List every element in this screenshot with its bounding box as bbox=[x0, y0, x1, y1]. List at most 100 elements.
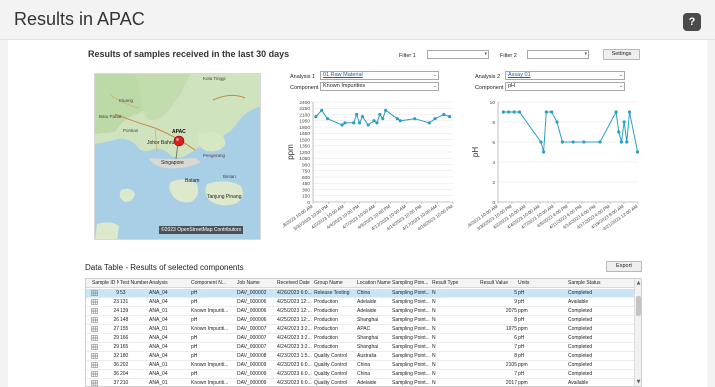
ph-chart[interactable]: 02468103/26/2023 10:00 AM3/30/2023 10:00… bbox=[468, 96, 643, 254]
table-cell: 9 bbox=[116, 290, 119, 296]
table-cell: 4/23/2023 6:0... bbox=[277, 362, 312, 368]
table-cell: Production bbox=[314, 299, 338, 305]
column-header[interactable]: Sample Status bbox=[568, 279, 628, 287]
table-cell: 7 bbox=[514, 371, 517, 377]
data-point bbox=[366, 123, 370, 127]
table-cell: Quality Control bbox=[314, 371, 348, 377]
export-button[interactable]: Export bbox=[606, 261, 642, 272]
location-map[interactable]: Kluang Batu Pahat Kota Tinggi APAC Ponti… bbox=[94, 73, 261, 240]
y-tick-label: 2 bbox=[492, 180, 495, 186]
table-cell: 36 bbox=[113, 371, 119, 377]
table-cell: Production bbox=[314, 344, 338, 350]
y-tick-label: 1350 bbox=[299, 144, 310, 150]
data-point bbox=[517, 110, 522, 114]
column-header[interactable]: Analysis bbox=[149, 279, 190, 287]
table-cell: ANA_04 bbox=[149, 317, 168, 323]
table-cell: China bbox=[357, 371, 371, 377]
y-axis-label: pH bbox=[471, 147, 480, 157]
y-tick-label: 1950 bbox=[299, 119, 310, 125]
data-point bbox=[413, 117, 417, 121]
table-cell: N bbox=[432, 326, 436, 332]
table-cell: Completed bbox=[568, 371, 593, 377]
chevron-down-icon: ⌄ bbox=[432, 83, 437, 89]
column-header[interactable]: Sampling Poin... bbox=[392, 279, 432, 287]
column-header[interactable]: Result Value bbox=[480, 279, 517, 287]
help-button[interactable]: ? bbox=[683, 13, 701, 31]
component1-select[interactable]: Known Impurities ⌄ bbox=[320, 82, 439, 91]
table-row[interactable]: 29 165 ANA_04 pH DAV_000007 4/24/2023 3:2... P… bbox=[86, 343, 634, 352]
table-cell: N bbox=[432, 308, 436, 314]
table-cell: Australia bbox=[357, 353, 377, 359]
impurities-chart[interactable]: 0150300450600750900105012001350150016501… bbox=[283, 96, 458, 254]
results-table: Sample ID Nu...Test NumberAnalysisCompon… bbox=[85, 278, 642, 387]
table-row[interactable]: 36 202 ANA_01 Known Impuriti... DAV_000009 4/… bbox=[86, 361, 634, 370]
data-point bbox=[555, 120, 559, 124]
table-row[interactable]: 29 166 ANA_04 pH DAV_000007 4/24/2023 3:2... P… bbox=[86, 334, 634, 343]
analysis2-label: Analysis 2 bbox=[475, 74, 501, 80]
filter2-select[interactable]: ▾ bbox=[527, 50, 589, 59]
table-row[interactable]: 27 155 ANA_01 Known Impuriti... DAV_000007 4/… bbox=[86, 325, 634, 334]
table-cell: 24 bbox=[113, 308, 119, 314]
y-tick-label: 2400 bbox=[299, 100, 310, 106]
table-row[interactable]: 24 139 ANA_01 Known Impuriti... DAV_000006 4/… bbox=[86, 307, 634, 316]
data-point bbox=[375, 121, 379, 125]
data-point bbox=[614, 110, 618, 114]
table-cell: 4/25/2023 12:... bbox=[277, 317, 312, 323]
filter1-select[interactable]: ▾ bbox=[427, 50, 489, 59]
data-point bbox=[354, 112, 359, 117]
data-point bbox=[627, 110, 632, 114]
table-row[interactable]: 26 148 ANA_04 pH DAV_000006 4/25/2023 12:... P… bbox=[86, 316, 634, 325]
map-label-bintan: Bintan bbox=[223, 174, 236, 179]
y-tick-label: 2100 bbox=[299, 112, 310, 118]
table-cell: pH bbox=[191, 353, 198, 359]
column-header[interactable]: Received Date bbox=[277, 279, 314, 287]
scroll-down-icon[interactable]: ▼ bbox=[635, 378, 641, 386]
table-cell: N bbox=[432, 335, 436, 341]
table-cell: 29 bbox=[113, 344, 119, 350]
table-cell: N bbox=[432, 290, 436, 296]
y-tick-label: 4 bbox=[492, 160, 495, 166]
column-header[interactable]: Job Name bbox=[237, 279, 277, 287]
table-row[interactable]: 23 131 ANA_04 pH DAV_000006 4/25/2023 12:... P… bbox=[86, 298, 634, 307]
data-point bbox=[501, 110, 505, 114]
table-scrollbar[interactable]: ▲ ▼ bbox=[634, 279, 641, 386]
data-point bbox=[320, 108, 324, 112]
settings-button[interactable]: Settings bbox=[603, 49, 640, 60]
table-header: Sample ID Nu...Test NumberAnalysisCompon… bbox=[86, 279, 634, 288]
column-header[interactable]: Units bbox=[518, 279, 567, 287]
analysis1-label: Analysis 1 bbox=[290, 74, 316, 80]
component2-select[interactable]: pH ⌄ bbox=[505, 82, 625, 91]
table-cell: 139 bbox=[120, 308, 129, 314]
table-cell: Completed bbox=[568, 317, 593, 323]
table-cell: Sampling Point... bbox=[392, 335, 430, 341]
scroll-up-icon[interactable]: ▲ bbox=[635, 279, 641, 287]
analysis1-select[interactable]: 01 Raw Material ⌄ bbox=[320, 71, 439, 80]
table-cell: 6 bbox=[514, 335, 517, 341]
table-row[interactable]: 32 180 ANA_04 pH DAV_000008 4/23/2023 1:5... Q… bbox=[86, 352, 634, 361]
y-tick-label: 1500 bbox=[299, 137, 310, 143]
column-header[interactable]: Sample ID Nu... bbox=[92, 279, 119, 287]
y-tick-label: 8 bbox=[492, 120, 495, 126]
column-header[interactable]: Component N... bbox=[191, 279, 236, 287]
table-cell: DAV_000002 bbox=[237, 290, 267, 296]
column-header[interactable]: Location Name bbox=[357, 279, 391, 287]
column-header[interactable]: Test Number bbox=[120, 279, 148, 287]
scroll-thumb[interactable] bbox=[636, 296, 641, 316]
data-point bbox=[598, 140, 602, 144]
table-row[interactable]: 36 204 ANA_04 pH DAV_000009 4/23/2023 6:0... Q… bbox=[86, 370, 634, 379]
analysis2-select[interactable]: Assay 01 ⌄ bbox=[505, 71, 625, 80]
data-point bbox=[560, 140, 565, 144]
column-header[interactable]: Group Name bbox=[314, 279, 356, 287]
table-cell: N bbox=[432, 380, 436, 386]
column-header[interactable]: Result Type bbox=[432, 279, 479, 287]
table-row[interactable]: 9 53 ANA_04 pH DAV_000002 4/26/2023 6:0... Rel… bbox=[86, 289, 634, 298]
table-cell: 4/25/2023 12:... bbox=[277, 299, 312, 305]
data-point bbox=[325, 117, 330, 121]
table-cell: 210 bbox=[120, 380, 129, 386]
page-title: Results in APAC bbox=[14, 9, 145, 29]
table-row[interactable]: 37 210 ANA_01 Known Impuriti... DAV_000009 4/… bbox=[86, 379, 634, 386]
table-cell: 155 bbox=[120, 326, 129, 332]
table-cell: DAV_000006 bbox=[237, 299, 267, 305]
data-point bbox=[582, 140, 586, 144]
map-pin-icon[interactable] bbox=[173, 135, 185, 161]
